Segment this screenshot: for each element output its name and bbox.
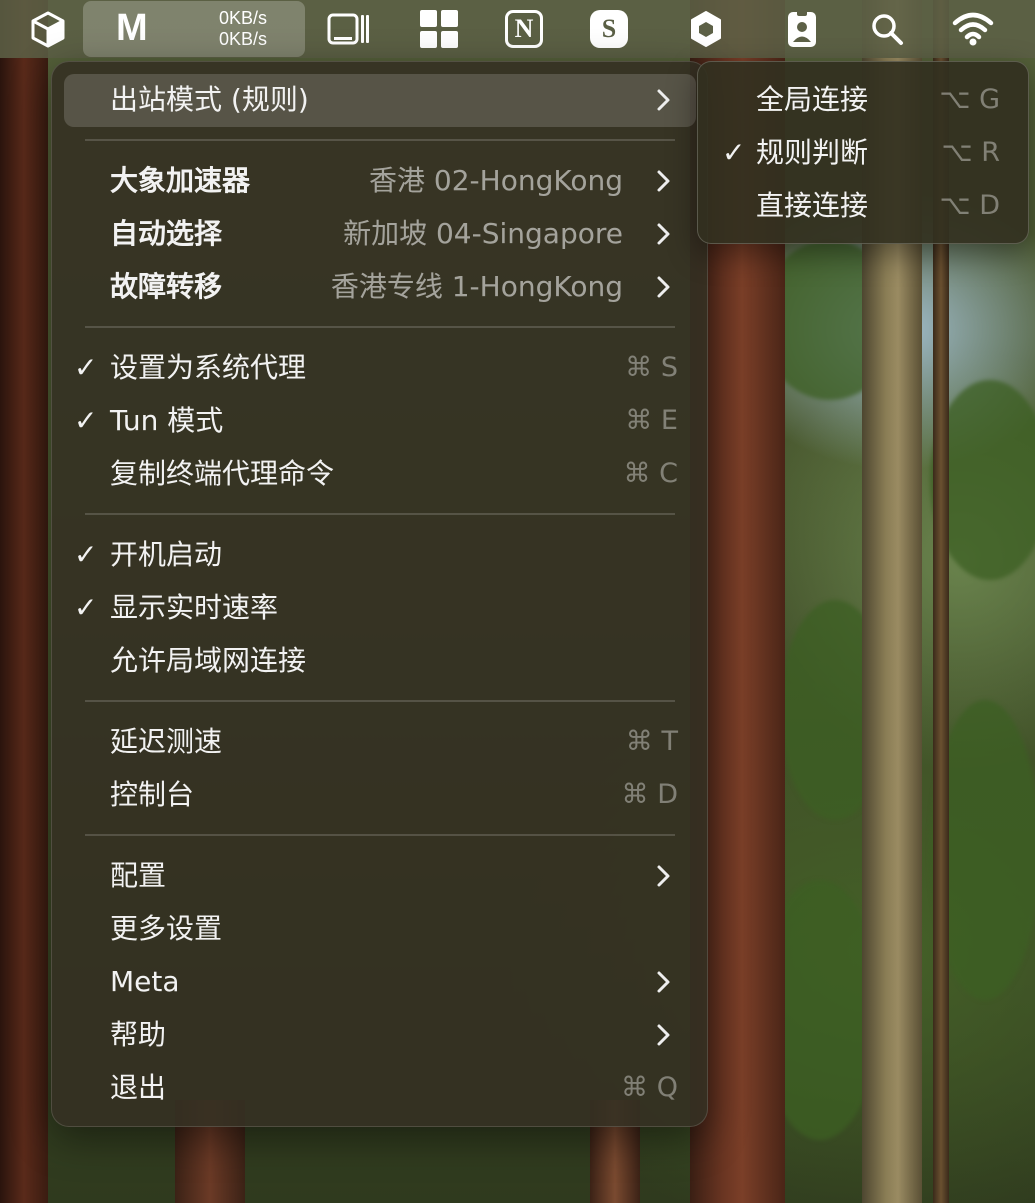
- chevron-right-icon: [657, 89, 670, 111]
- proxy-group-value: 新加坡 04-Singapore: [343, 217, 623, 250]
- chevron-right-icon: [657, 971, 670, 993]
- wifi-icon[interactable]: [950, 0, 996, 58]
- search-icon[interactable]: [867, 0, 907, 58]
- speed-indicator[interactable]: 0KB/s 0KB/s: [212, 8, 274, 50]
- menu-item-label: Meta: [110, 965, 180, 998]
- menu-item-help[interactable]: 帮助: [64, 1009, 696, 1062]
- menu-item-proxy-group[interactable]: 自动选择 新加坡 04-Singapore: [64, 208, 696, 261]
- keyboard-shortcut: ⌥ D: [939, 190, 1001, 221]
- submenu-item-direct[interactable]: 直接连接 ⌥ D: [698, 180, 1028, 233]
- menu-item-outbound-mode[interactable]: 出站模式 (规则): [64, 74, 696, 127]
- menu-item-proxy-group[interactable]: 大象加速器 香港 02-HongKong: [64, 155, 696, 208]
- hexagon-icon[interactable]: [686, 0, 726, 58]
- menu-item-dashboard[interactable]: 控制台 ⌘ D: [64, 769, 696, 822]
- menu-item-label: 延迟测速: [110, 725, 223, 758]
- menu-item-label: 允许局域网连接: [110, 644, 307, 677]
- checkmark-icon: ✓: [74, 351, 98, 384]
- menu-item-launch-at-login[interactable]: ✓ 开机启动: [64, 529, 696, 582]
- menu-item-config[interactable]: 配置: [64, 850, 696, 903]
- outbound-mode-submenu: 全局连接 ⌥ G ✓ 规则判断 ⌥ R 直接连接 ⌥ D: [697, 61, 1029, 244]
- tree-trunk: [0, 0, 48, 1203]
- outbound-mode-label: 出站模式 (规则): [110, 83, 309, 116]
- notion-icon[interactable]: N: [503, 0, 545, 58]
- menu-item-label: 更多设置: [110, 912, 223, 945]
- checkmark-icon: ✓: [74, 404, 98, 437]
- menu-item-label: 开机启动: [110, 538, 223, 571]
- menu-item-copy-terminal-command[interactable]: 复制终端代理命令 ⌘ C: [64, 448, 696, 501]
- keyboard-shortcut: ⌥ G: [939, 84, 1000, 115]
- s-app-icon[interactable]: S: [588, 0, 630, 58]
- clash-logo-icon[interactable]: M: [116, 8, 148, 48]
- keyboard-shortcut: ⌘ C: [623, 458, 678, 489]
- submenu-item-label: 规则判断: [756, 136, 869, 169]
- keyboard-shortcut: ⌘ D: [621, 779, 678, 810]
- checkmark-icon: ✓: [722, 136, 746, 169]
- menu-separator: [85, 139, 675, 141]
- chevron-right-icon: [657, 223, 670, 245]
- chevron-right-icon: [657, 1024, 670, 1046]
- menu-item-label: 控制台: [110, 778, 195, 811]
- keyboard-shortcut: ⌘ T: [625, 726, 678, 757]
- menu-item-label: 显示实时速率: [110, 591, 279, 624]
- menu-item-label: 配置: [110, 859, 167, 892]
- chevron-right-icon: [657, 170, 670, 192]
- submenu-item-global[interactable]: 全局连接 ⌥ G: [698, 74, 1028, 127]
- notion-letter: N: [505, 10, 543, 48]
- proxy-group-value: 香港 02-HongKong: [369, 164, 623, 197]
- id-badge-icon[interactable]: [782, 0, 822, 58]
- menu-item-show-speed[interactable]: ✓ 显示实时速率: [64, 582, 696, 635]
- submenu-item-label: 全局连接: [756, 83, 869, 116]
- menu-item-label: 复制终端代理命令: [110, 457, 335, 490]
- cube-icon[interactable]: [28, 0, 68, 58]
- checkmark-icon: ✓: [74, 591, 98, 624]
- clash-dropdown-menu: 出站模式 (规则) 大象加速器 香港 02-HongKong 自动选择 新加坡 …: [51, 61, 708, 1127]
- submenu-item-rule[interactable]: ✓ 规则判断 ⌥ R: [698, 127, 1028, 180]
- menu-item-tun-mode[interactable]: ✓ Tun 模式 ⌘ E: [64, 395, 696, 448]
- keyboard-shortcut: ⌘ S: [625, 352, 678, 383]
- menu-item-system-proxy[interactable]: ✓ 设置为系统代理 ⌘ S: [64, 342, 696, 395]
- windows-grid-icon[interactable]: [418, 0, 460, 58]
- menu-item-label: 帮助: [110, 1018, 167, 1051]
- menu-separator: [85, 326, 675, 328]
- download-speed: 0KB/s: [218, 29, 268, 49]
- proxy-group-name: 故障转移: [110, 270, 223, 303]
- checkmark-icon: ✓: [74, 538, 98, 571]
- menu-separator: [85, 834, 675, 836]
- stage-manager-icon[interactable]: [325, 0, 371, 58]
- proxy-group-name: 大象加速器: [110, 164, 251, 197]
- chevron-right-icon: [657, 865, 670, 887]
- menu-item-label: Tun 模式: [110, 404, 224, 437]
- menu-item-more-settings[interactable]: 更多设置: [64, 903, 696, 956]
- keyboard-shortcut: ⌥ R: [941, 137, 1000, 168]
- menu-item-latency-test[interactable]: 延迟测速 ⌘ T: [64, 716, 696, 769]
- menu-item-proxy-group[interactable]: 故障转移 香港专线 1-HongKong: [64, 261, 696, 314]
- menu-item-meta[interactable]: Meta: [64, 956, 696, 1009]
- proxy-group-name: 自动选择: [110, 217, 223, 250]
- menu-item-label: 设置为系统代理: [110, 351, 307, 384]
- keyboard-shortcut: ⌘ Q: [621, 1072, 678, 1103]
- proxy-group-value: 香港专线 1-HongKong: [330, 270, 623, 303]
- menu-item-label: 退出: [110, 1071, 167, 1104]
- menu-bar: M 0KB/s 0KB/s N S: [0, 0, 1035, 58]
- keyboard-shortcut: ⌘ E: [625, 405, 678, 436]
- menu-item-allow-lan[interactable]: 允许局域网连接: [64, 635, 696, 688]
- menu-separator: [85, 513, 675, 515]
- menu-item-quit[interactable]: 退出 ⌘ Q: [64, 1062, 696, 1115]
- submenu-item-label: 直接连接: [756, 189, 869, 222]
- s-letter: S: [590, 10, 628, 48]
- upload-speed: 0KB/s: [218, 8, 268, 28]
- chevron-right-icon: [657, 276, 670, 298]
- menu-separator: [85, 700, 675, 702]
